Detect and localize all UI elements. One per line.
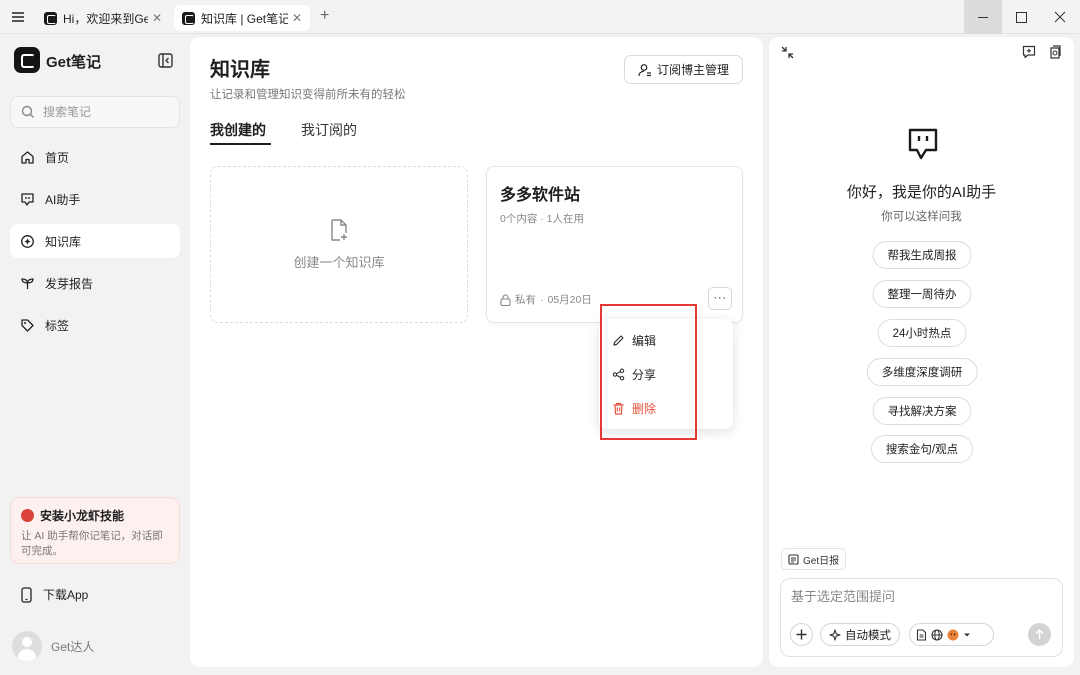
kb-privacy: 私有 <box>515 294 536 306</box>
search-box[interactable] <box>10 96 180 128</box>
sidebar-item-label: 标签 <box>45 318 70 333</box>
download-label: 下载App <box>43 588 89 602</box>
maximize-button[interactable] <box>1002 0 1040 34</box>
sidebar-item-label: 发芽报告 <box>45 276 94 291</box>
sprout-icon <box>20 276 35 291</box>
suggestion-weekly-report[interactable]: 帮我生成周报 <box>872 241 972 269</box>
subscribe-manage-label: 订阅博主管理 <box>656 63 729 77</box>
ai-greeting: 你好，我是你的AI助手 <box>846 184 997 201</box>
tab-close-icon[interactable]: ✕ <box>292 11 302 25</box>
tab-title: 知识库 | Get笔记 <box>201 11 288 26</box>
send-button[interactable] <box>1028 623 1051 646</box>
sidebar-item-label: 知识库 <box>45 234 82 249</box>
search-icon <box>21 105 35 119</box>
kb-meta: 0个内容 · 1人在用 <box>500 213 585 225</box>
auto-mode-button[interactable]: 自动模式 <box>820 623 900 646</box>
lobster-icon <box>21 509 34 522</box>
suggestion-find-solution[interactable]: 寻找解决方案 <box>872 397 972 425</box>
add-file-icon <box>329 219 349 241</box>
skill-promo-card[interactable]: 安装小龙虾技能 让 AI 助手帮你记笔记，对话即可完成。 <box>10 497 180 564</box>
search-input[interactable] <box>43 105 163 119</box>
chat-input[interactable] <box>791 589 1051 604</box>
browser-tab-knowledge-base[interactable]: 知识库 | Get笔记 ✕ <box>174 5 310 31</box>
kb-title: 多多软件站 <box>500 187 581 204</box>
avatar <box>12 631 42 661</box>
get-daily-chip[interactable]: Get日报 <box>781 548 847 570</box>
minimize-button[interactable] <box>964 0 1002 34</box>
new-tab-button[interactable]: + <box>320 7 329 25</box>
active-tab-indicator <box>210 143 271 145</box>
model-avatar-icon <box>947 629 959 641</box>
app-favicon-icon <box>44 11 57 25</box>
brand-name: Get笔记 <box>46 54 102 71</box>
newspaper-icon <box>788 553 799 565</box>
knowledge-base-icon <box>20 234 35 249</box>
promo-title: 安装小龙虾技能 <box>40 509 125 523</box>
user-settings-icon <box>638 63 652 77</box>
phone-icon <box>20 586 33 603</box>
hamburger-menu-icon[interactable] <box>10 9 26 25</box>
tab-close-icon[interactable]: ✕ <box>152 11 162 25</box>
ai-robot-logo-icon <box>908 128 938 160</box>
user-profile[interactable]: Get达人 <box>12 631 94 661</box>
page-subtitle: 让记录和管理知识变得前所未有的轻松 <box>210 89 406 101</box>
separator-dot: · <box>540 293 544 306</box>
download-app-button[interactable]: 下载App <box>20 586 88 603</box>
suggestion-weekly-todos[interactable]: 整理一周待办 <box>872 280 972 308</box>
sidebar-item-home[interactable]: 首页 <box>10 140 180 174</box>
tab-my-created[interactable]: 我创建的 <box>210 120 266 140</box>
suggestion-search-quotes[interactable]: 搜索金句/观点 <box>870 435 974 463</box>
auto-mode-label: 自动模式 <box>845 629 891 642</box>
ai-hint: 你可以这样问我 <box>881 211 962 223</box>
sidebar-item-tags[interactable]: 标签 <box>10 308 180 342</box>
subscribe-manage-button[interactable]: 订阅博主管理 <box>624 55 743 84</box>
more-options-button[interactable]: ··· <box>708 287 732 310</box>
get-daily-label: Get日报 <box>803 555 840 567</box>
globe-icon <box>931 628 943 641</box>
promo-description: 让 AI 助手帮你记笔记，对话即可完成。 <box>21 530 163 557</box>
tab-title: Hi，欢迎来到Get笔记 <box>63 11 148 26</box>
page-title: 知识库 <box>210 59 270 81</box>
dropdown-caret-icon <box>963 632 971 638</box>
kb-footer: 私有 · 05月20日 <box>500 292 592 307</box>
scope-selector[interactable] <box>909 623 994 646</box>
create-knowledge-base-card[interactable] <box>210 166 468 323</box>
highlight-annotation-box <box>600 304 697 440</box>
sidebar-item-label: AI助手 <box>45 192 81 207</box>
tab-my-subscribed[interactable]: 我订阅的 <box>301 120 357 140</box>
suggestion-hot-topics[interactable]: 24小时热点 <box>877 319 967 347</box>
lock-icon <box>500 293 511 306</box>
create-card-label: 创建一个知识库 <box>293 255 385 270</box>
home-icon <box>20 150 35 165</box>
shrink-icon[interactable] <box>781 46 794 59</box>
close-window-button[interactable] <box>1040 0 1080 34</box>
tag-icon <box>20 318 35 333</box>
sparkle-icon <box>829 628 841 641</box>
sidebar-item-sprout-report[interactable]: 发芽报告 <box>10 266 180 300</box>
app-logo-icon <box>14 47 40 73</box>
new-chat-icon[interactable] <box>1022 45 1036 59</box>
app-favicon-icon <box>182 11 195 25</box>
sidebar-item-label: 首页 <box>45 150 70 165</box>
history-icon[interactable] <box>1048 45 1062 59</box>
collapse-sidebar-icon[interactable] <box>158 53 173 68</box>
ai-chat-icon <box>20 192 35 207</box>
user-name: Get达人 <box>51 639 95 654</box>
add-attachment-button[interactable] <box>790 623 813 646</box>
suggestion-deep-research[interactable]: 多维度深度调研 <box>866 358 978 386</box>
sidebar-item-knowledge-base[interactable]: 知识库 <box>10 224 180 258</box>
sidebar-item-ai-assistant[interactable]: AI助手 <box>10 182 180 216</box>
kb-date: 05月20日 <box>547 294 592 306</box>
document-icon <box>916 628 927 641</box>
browser-tab-welcome[interactable]: Hi，欢迎来到Get笔记 ✕ <box>36 5 170 31</box>
